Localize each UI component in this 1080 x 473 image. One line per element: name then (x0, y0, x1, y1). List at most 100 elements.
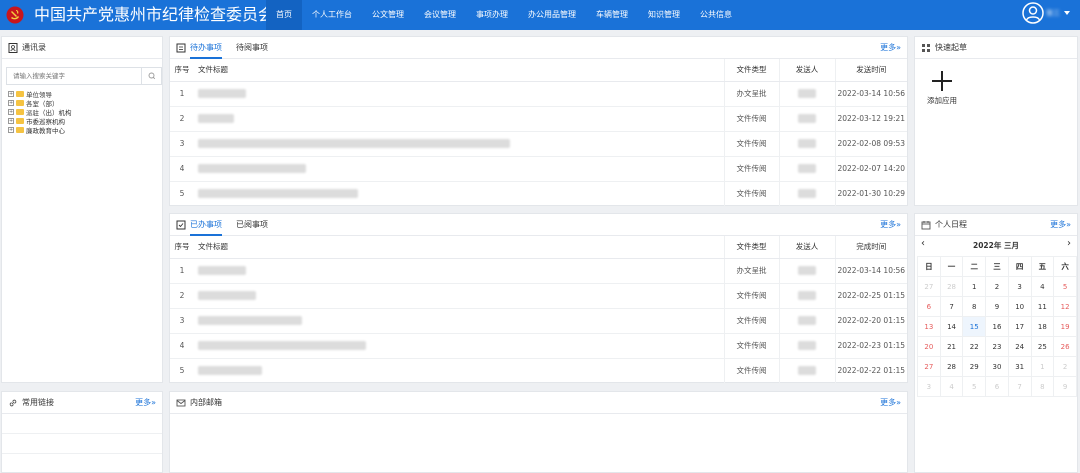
calendar-day[interactable]: 3 (917, 376, 941, 397)
row-title-redacted[interactable] (194, 156, 724, 182)
nav-meeting-management[interactable]: 会议管理 (414, 0, 466, 30)
chevron-right-icon[interactable]: › (1067, 238, 1071, 249)
calendar-day[interactable]: 5 (962, 376, 987, 397)
user-menu[interactable]: 张三 (1022, 2, 1070, 24)
expand-icon[interactable]: + (8, 108, 14, 115)
row-type: 文件传阅 (723, 333, 779, 359)
nav-personal-workbench[interactable]: 个人工作台 (302, 0, 362, 30)
schedule-more-link[interactable]: 更多» (1050, 214, 1071, 236)
calendar-day[interactable]: 15 (962, 316, 987, 337)
expand-icon[interactable]: + (8, 90, 14, 97)
calendar-day[interactable]: 7 (939, 296, 964, 317)
internal-mail-more-link[interactable]: 更多» (880, 392, 901, 414)
row-title-redacted[interactable] (194, 283, 724, 309)
calendar-day[interactable]: 16 (985, 316, 1009, 337)
calendar-day[interactable]: 5 (1053, 276, 1077, 297)
calendar-day[interactable]: 7 (1007, 376, 1032, 397)
table-row[interactable]: 2 文件传阅 2022-02-25 01:15 (170, 283, 907, 309)
done-more-link[interactable]: 更多» (880, 214, 901, 236)
calendar-day[interactable]: 1 (1030, 356, 1055, 377)
calendar-day[interactable]: 20 (917, 336, 941, 357)
calendar-day[interactable]: 8 (962, 296, 987, 317)
common-links-more-link[interactable]: 更多» (135, 392, 156, 414)
calendar-day[interactable]: 18 (1030, 316, 1055, 337)
more-label: 更多 (880, 398, 897, 407)
table-row[interactable]: 1 办文呈批 2022-03-14 10:56 (170, 258, 907, 284)
tab-to-read[interactable]: 待阅事项 (236, 37, 268, 59)
row-title-redacted[interactable] (194, 81, 724, 107)
calendar-day[interactable]: 4 (939, 376, 964, 397)
table-row[interactable]: 4 文件传阅 2022-02-07 14:20 (170, 156, 907, 182)
table-row[interactable]: 5 文件传阅 2022-02-22 01:15 (170, 358, 907, 384)
pending-more-link[interactable]: 更多» (880, 37, 901, 59)
nav-home[interactable]: 首页 (266, 0, 302, 30)
row-type: 文件传阅 (723, 308, 779, 334)
calendar-day[interactable]: 19 (1053, 316, 1077, 337)
schedule-header: 个人日程 更多» (915, 214, 1077, 236)
calendar-day[interactable]: 13 (917, 316, 941, 337)
nav-affairs-handling[interactable]: 事项办理 (466, 0, 518, 30)
calendar-day[interactable]: 9 (985, 296, 1009, 317)
folder-icon (16, 99, 24, 106)
calendar-day[interactable]: 1 (962, 276, 987, 297)
calendar-day[interactable]: 27 (917, 356, 941, 377)
row-title-redacted[interactable] (194, 106, 724, 132)
nav-vehicle-management[interactable]: 车辆管理 (586, 0, 638, 30)
row-sender-redacted (778, 258, 835, 284)
calendar-day[interactable]: 31 (1007, 356, 1032, 377)
calendar-day[interactable]: 23 (985, 336, 1009, 357)
table-row[interactable]: 3 文件传阅 2022-02-08 09:53 (170, 131, 907, 157)
calendar-day[interactable]: 2 (985, 276, 1009, 297)
row-title-redacted[interactable] (194, 308, 724, 334)
row-type: 文件传阅 (723, 106, 779, 132)
row-title-redacted[interactable] (194, 358, 724, 384)
calendar-day[interactable]: 6 (917, 296, 941, 317)
calendar-day[interactable]: 28 (939, 276, 964, 297)
calendar-day[interactable]: 8 (1030, 376, 1055, 397)
table-row[interactable]: 3 文件传阅 2022-02-20 01:15 (170, 308, 907, 334)
table-row[interactable]: 2 文件传阅 2022-03-12 19:21 (170, 106, 907, 132)
calendar-day[interactable]: 21 (939, 336, 964, 357)
address-search-input[interactable] (7, 68, 139, 84)
calendar-day[interactable]: 14 (939, 316, 964, 337)
row-title-redacted[interactable] (194, 181, 724, 207)
nav-knowledge-management[interactable]: 知识管理 (638, 0, 690, 30)
expand-icon[interactable]: + (8, 126, 14, 133)
calendar-grid: 日 一 二 三 四 五 六 27 28 1 2 3 4 5 6 7 8 9 10 11 12 13 14 15 1… (917, 256, 1077, 397)
row-title-redacted[interactable] (194, 131, 724, 157)
calendar-day[interactable]: 22 (962, 336, 987, 357)
calendar-day[interactable]: 3 (1007, 276, 1032, 297)
tab-todo[interactable]: 待办事项 (190, 37, 222, 59)
calendar-day[interactable]: 4 (1030, 276, 1055, 297)
tab-read[interactable]: 已阅事项 (236, 214, 268, 236)
table-row[interactable]: 1 办文呈批 2022-03-14 10:56 (170, 81, 907, 107)
calendar-day[interactable]: 27 (917, 276, 941, 297)
row-no: 4 (170, 333, 194, 359)
calendar-day[interactable]: 11 (1030, 296, 1055, 317)
nav-public-information[interactable]: 公共信息 (690, 0, 742, 30)
calendar-day[interactable]: 12 (1053, 296, 1077, 317)
row-title-redacted[interactable] (194, 333, 724, 359)
calendar-day[interactable]: 6 (985, 376, 1009, 397)
calendar-day[interactable]: 24 (1007, 336, 1032, 357)
expand-icon[interactable]: + (8, 99, 14, 106)
tab-done[interactable]: 已办事项 (190, 214, 222, 236)
tree-item-integrity-center[interactable]: + 廉政教育中心 (8, 125, 72, 135)
calendar-day[interactable]: 10 (1007, 296, 1032, 317)
calendar-day[interactable]: 28 (939, 356, 964, 377)
table-row[interactable]: 5 文件传阅 2022-01-30 10:29 (170, 181, 907, 207)
calendar-day[interactable]: 9 (1053, 376, 1077, 397)
calendar-day[interactable]: 17 (1007, 316, 1032, 337)
expand-icon[interactable]: + (8, 117, 14, 124)
address-search-button[interactable] (141, 68, 161, 84)
calendar-day[interactable]: 25 (1030, 336, 1055, 357)
calendar-day[interactable]: 2 (1053, 356, 1077, 377)
row-title-redacted[interactable] (194, 258, 724, 284)
calendar-day[interactable]: 29 (962, 356, 987, 377)
nav-office-supplies[interactable]: 办公用品管理 (518, 0, 586, 30)
calendar-day[interactable]: 26 (1053, 336, 1077, 357)
table-row[interactable]: 4 文件传阅 2022-02-23 01:15 (170, 333, 907, 359)
calendar-day[interactable]: 30 (985, 356, 1009, 377)
nav-document-management[interactable]: 公文管理 (362, 0, 414, 30)
add-app-button[interactable]: 添加应用 (927, 69, 957, 106)
